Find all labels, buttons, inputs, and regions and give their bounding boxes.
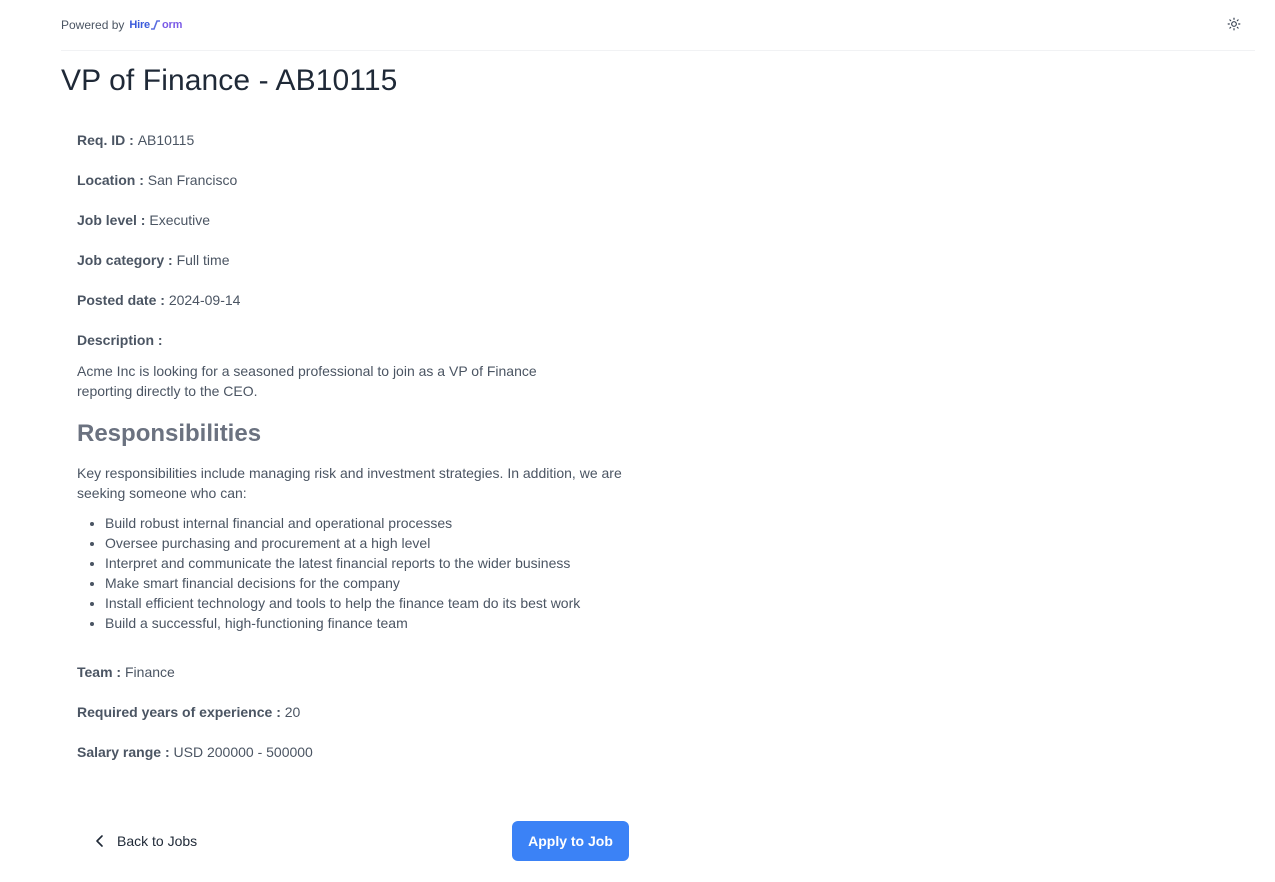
field-location: Location : San Francisco (77, 172, 238, 188)
field-label: Location (77, 172, 136, 188)
job-details: Req. ID : AB10115 Location : San Francis… (77, 130, 637, 782)
job-fields-top: Req. ID : AB10115 Location : San Francis… (77, 130, 637, 310)
field-job-category: Job category : Full time (77, 252, 230, 268)
field-label: Posted date (77, 292, 157, 308)
field-label: Job level (77, 212, 137, 228)
list-item: Make smart financial decisions for the c… (105, 573, 637, 593)
field-label: Salary range (77, 744, 162, 760)
responsibilities-intro: Key responsibilities include managing ri… (77, 465, 622, 501)
responsibilities-heading: Responsibilities (77, 420, 262, 447)
list-item: Oversee purchasing and procurement at a … (105, 533, 637, 553)
field-value: San Francisco (147, 172, 238, 188)
field-label: Job category (77, 252, 165, 268)
field-value: USD 200000 - 500000 (173, 744, 313, 760)
theme-toggle-button[interactable] (1226, 16, 1242, 32)
field-value: Executive (149, 212, 211, 228)
field-posted-date: Posted date : 2024-09-14 (77, 292, 241, 308)
sun-icon (1227, 17, 1241, 31)
back-to-jobs-link[interactable]: Back to Jobs (95, 829, 197, 853)
list-item: Interpret and communicate the latest fin… (105, 553, 637, 573)
description-label: Description : (77, 332, 163, 348)
field-value: Full time (176, 252, 230, 268)
chevron-left-icon (96, 835, 103, 847)
field-value: AB10115 (137, 132, 195, 148)
field-label: Required years of experience (77, 704, 273, 720)
logo-wave-icon (150, 20, 160, 30)
field-salary-range: Salary range : USD 200000 - 500000 (77, 744, 313, 760)
responsibilities-list: Build robust internal financial and oper… (77, 513, 637, 633)
apply-to-job-button[interactable]: Apply to Job (512, 821, 629, 861)
field-label: Req. ID (77, 132, 126, 148)
page-title: VP of Finance - AB10115 (61, 64, 398, 97)
logo-text-part1: Hire (129, 19, 150, 31)
description-text: Acme Inc is looking for a seasoned profe… (77, 363, 537, 399)
field-team: Team : Finance (77, 664, 175, 680)
field-req-id: Req. ID : AB10115 (77, 132, 195, 148)
field-label: Team (77, 664, 113, 680)
hirestorm-logo[interactable]: Hire orm (129, 19, 182, 31)
back-to-jobs-label: Back to Jobs (117, 833, 198, 849)
field-job-level: Job level : Executive (77, 212, 211, 228)
list-item: Build robust internal financial and oper… (105, 513, 637, 533)
list-item: Build a successful, high-functioning fin… (105, 613, 637, 633)
powered-by-text: Powered by (61, 18, 125, 32)
powered-by: Powered by Hire orm (61, 18, 182, 32)
list-item: Install efficient technology and tools t… (105, 593, 637, 613)
field-experience: Required years of experience : 20 (77, 704, 301, 720)
logo-text-part2: orm (161, 19, 183, 31)
field-value: 20 (284, 704, 301, 720)
job-fields-bottom: Team : Finance Required years of experie… (77, 662, 637, 762)
field-value: Finance (125, 664, 175, 680)
top-bar: Powered by Hire orm (61, 0, 1255, 51)
field-value: 2024-09-14 (168, 292, 241, 308)
